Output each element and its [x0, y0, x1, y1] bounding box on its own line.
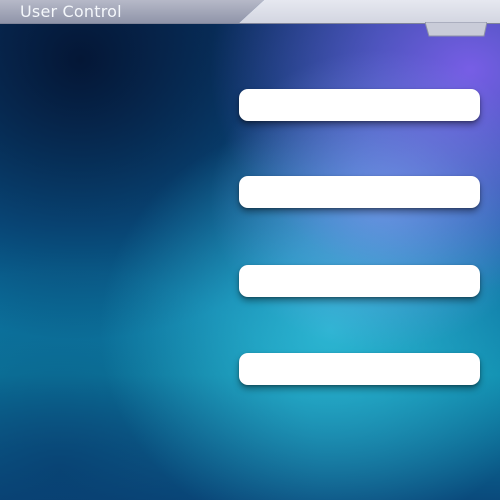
text-field-4[interactable] [239, 353, 480, 385]
text-field-2[interactable] [239, 176, 480, 208]
title-bar[interactable]: User Control [0, 0, 500, 24]
window-title: User Control [20, 2, 122, 21]
text-field-3[interactable] [239, 265, 480, 297]
user-control-window: User Control [0, 0, 500, 500]
text-field-1[interactable] [239, 89, 480, 121]
tab-notch-icon[interactable] [425, 22, 487, 38]
